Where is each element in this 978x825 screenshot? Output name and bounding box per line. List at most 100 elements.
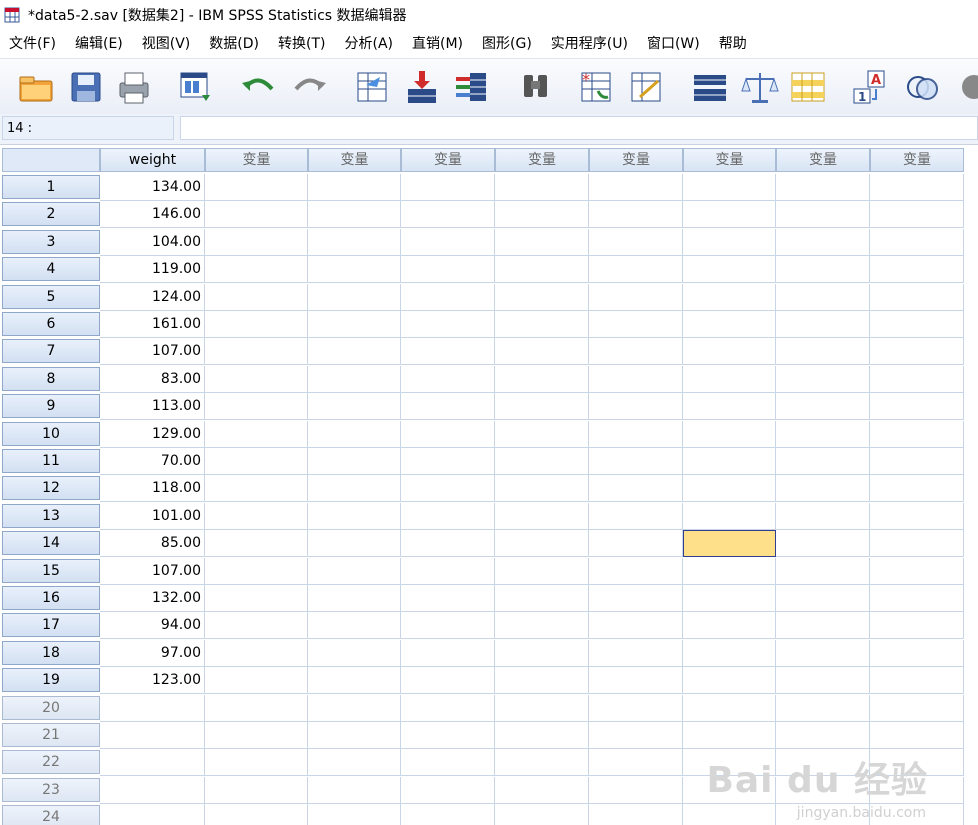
data-cell-empty[interactable] [205,558,308,585]
data-cell-empty[interactable] [683,503,776,530]
row-header[interactable]: 13 [2,504,100,528]
data-cell-weight[interactable]: 70.00 [100,448,205,475]
data-cell-empty[interactable] [776,366,870,393]
use-sets-icon[interactable] [902,67,942,107]
data-cell-empty[interactable] [776,229,870,256]
data-cell-weight[interactable]: 134.00 [100,174,205,201]
data-cell-empty[interactable] [495,530,589,557]
data-cell-empty[interactable] [308,256,401,283]
data-cell-empty[interactable] [308,393,401,420]
data-cell-weight[interactable]: 113.00 [100,393,205,420]
data-cell-empty[interactable] [589,284,683,311]
data-cell-empty[interactable] [205,421,308,448]
data-cell-weight[interactable] [100,695,205,722]
data-cell-empty[interactable] [308,667,401,694]
data-cell-empty[interactable] [205,475,308,502]
data-cell-empty[interactable] [495,174,589,201]
data-cell-empty[interactable] [870,503,964,530]
data-cell-empty[interactable] [205,722,308,749]
menu-item-0[interactable]: 文件(F) [0,30,66,58]
row-header[interactable]: 19 [2,668,100,692]
data-cell-empty[interactable] [776,448,870,475]
menu-item-3[interactable]: 数据(D) [200,30,269,58]
insert-cases-icon[interactable]: * [576,67,616,107]
data-cell-weight[interactable] [100,722,205,749]
data-cell-empty[interactable] [495,612,589,639]
data-cell-empty[interactable] [870,667,964,694]
data-cell-empty[interactable] [589,749,683,776]
data-cell-empty[interactable] [205,612,308,639]
data-cell-empty[interactable] [870,229,964,256]
data-cell-empty[interactable] [870,311,964,338]
data-cell-empty[interactable] [308,585,401,612]
data-cell-empty[interactable] [776,338,870,365]
data-cell-empty[interactable] [495,448,589,475]
data-cell-empty[interactable] [495,475,589,502]
data-cell-empty[interactable] [308,612,401,639]
data-cell-empty[interactable] [870,585,964,612]
data-cell-empty[interactable] [589,421,683,448]
data-cell-empty[interactable] [870,695,964,722]
data-cell-empty[interactable] [683,667,776,694]
data-cell-empty[interactable] [401,722,495,749]
split-file-icon[interactable] [690,67,730,107]
data-cell-weight[interactable]: 146.00 [100,201,205,228]
column-header-empty-var[interactable]: 变量 [401,148,495,172]
row-header[interactable]: 18 [2,641,100,665]
data-cell-empty[interactable] [683,338,776,365]
data-cell-empty[interactable] [308,777,401,804]
data-cell-empty[interactable] [495,229,589,256]
redo-icon[interactable] [290,67,330,107]
data-cell-empty[interactable] [495,749,589,776]
data-cell-empty[interactable] [683,284,776,311]
data-cell-empty[interactable] [589,667,683,694]
data-cell-empty[interactable] [683,366,776,393]
data-cell-empty[interactable] [683,585,776,612]
data-cell-empty[interactable] [870,201,964,228]
data-cell-empty[interactable] [401,667,495,694]
data-cell-empty[interactable] [495,722,589,749]
data-cell-empty[interactable] [589,530,683,557]
data-cell-weight[interactable]: 101.00 [100,503,205,530]
menu-item-1[interactable]: 编辑(E) [66,30,133,58]
data-cell-empty[interactable] [683,448,776,475]
data-cell-empty[interactable] [401,256,495,283]
data-cell-empty[interactable] [589,366,683,393]
data-cell-empty[interactable] [401,695,495,722]
data-cell-empty[interactable] [776,530,870,557]
data-cell-empty[interactable] [205,366,308,393]
data-cell-empty[interactable] [683,558,776,585]
data-cell-empty[interactable] [205,667,308,694]
data-cell-empty[interactable] [683,612,776,639]
data-cell-empty[interactable] [776,667,870,694]
data-cell-empty[interactable] [683,695,776,722]
data-cell-empty[interactable] [495,585,589,612]
data-cell-empty[interactable] [776,421,870,448]
goto-variable-icon[interactable] [402,67,442,107]
data-cell-empty[interactable] [683,201,776,228]
data-cell-empty[interactable] [495,777,589,804]
row-header[interactable]: 16 [2,586,100,610]
data-cell-empty[interactable] [401,366,495,393]
data-cell-empty[interactable] [205,777,308,804]
data-cell-empty[interactable] [205,695,308,722]
data-cell-empty[interactable] [589,475,683,502]
data-cell-empty[interactable] [776,201,870,228]
save-icon[interactable] [66,67,106,107]
data-cell-empty[interactable] [776,503,870,530]
data-cell-empty[interactable] [308,530,401,557]
data-cell-empty[interactable] [205,229,308,256]
row-header[interactable]: 12 [2,476,100,500]
data-cell-empty[interactable] [205,585,308,612]
data-cell-empty[interactable] [683,475,776,502]
row-header[interactable]: 1 [2,175,100,199]
data-cell-empty[interactable] [495,804,589,825]
print-icon[interactable] [114,67,154,107]
data-cell-empty[interactable] [205,311,308,338]
data-cell-weight[interactable] [100,804,205,825]
data-cell-empty[interactable] [205,256,308,283]
data-cell-empty[interactable] [776,558,870,585]
cell-value-input[interactable] [180,116,978,140]
data-cell-empty[interactable] [870,284,964,311]
data-cell-empty[interactable] [683,722,776,749]
